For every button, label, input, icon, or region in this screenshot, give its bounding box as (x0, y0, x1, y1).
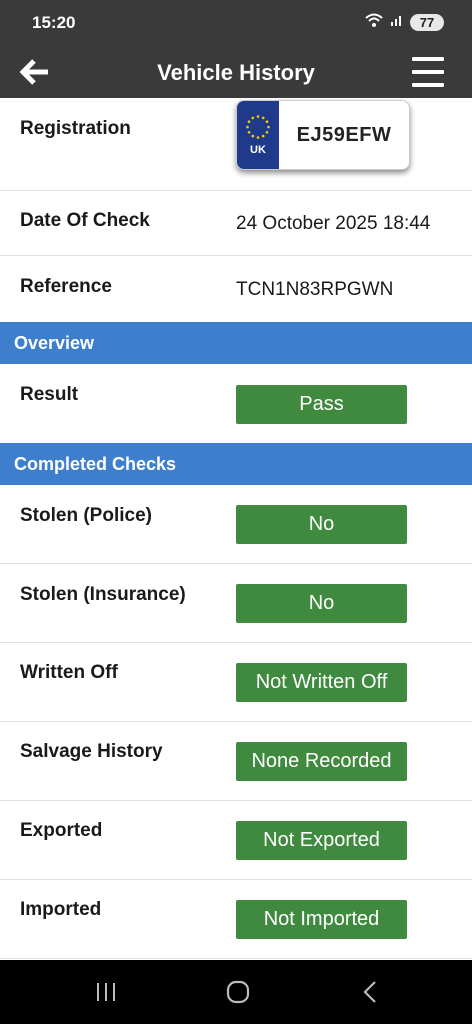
status-bar: 15:20 77 (0, 0, 472, 46)
app-header: Vehicle History (0, 46, 472, 98)
page-title: Vehicle History (157, 60, 315, 85)
home-button[interactable] (224, 978, 252, 1006)
reference-label: Reference (20, 276, 112, 297)
menu-button[interactable] (412, 57, 444, 87)
plate-eu-band: UK (237, 101, 279, 169)
result-row: Result Pass (0, 364, 472, 443)
system-nav-bar (0, 960, 472, 1024)
plate-registration: EJ59EFW (296, 123, 392, 146)
signal-icon (390, 13, 404, 32)
check-row: Stolen (Insurance) No (0, 564, 472, 643)
nav-back-icon (363, 981, 376, 1003)
recent-apps-icon (97, 983, 115, 1001)
check-label: Stolen (Insurance) (20, 584, 186, 605)
check-label: Exported (20, 820, 103, 841)
check-label: Stolen (Police) (20, 505, 152, 526)
check-value-badge: Not Imported (236, 900, 407, 939)
plate-country: UK (250, 144, 266, 156)
registration-row: Registration UK EJ59EFW (0, 98, 472, 191)
check-value-badge: Not Written Off (236, 663, 407, 702)
check-row: Imported Not Imported (0, 880, 472, 959)
check-value-badge: Not Exported (236, 821, 407, 860)
home-icon (226, 980, 250, 1004)
check-row: Written Off Not Written Off (0, 643, 472, 722)
main-content[interactable]: Registration UK EJ59EFW Date Of Check 24… (0, 98, 472, 960)
status-time: 15:20 (32, 13, 76, 32)
status-icons: 77 (364, 12, 444, 33)
check-row: Salvage History None Recorded (0, 722, 472, 801)
completed-checks-section-header: Completed Checks (0, 443, 472, 485)
check-value-badge: No (236, 584, 407, 623)
number-plate: UK EJ59EFW (236, 100, 410, 170)
check-value-badge: No (236, 505, 407, 544)
date-label: Date Of Check (20, 210, 150, 231)
reference-value: TCN1N83RPGWN (236, 279, 394, 300)
check-label: Salvage History (20, 741, 163, 762)
eu-stars-icon (246, 115, 270, 139)
wifi-icon (364, 12, 384, 33)
date-row: Date Of Check 24 October 2025 18:44 (0, 191, 472, 256)
check-label: Imported (20, 899, 102, 920)
overview-section-header: Overview (0, 322, 472, 364)
registration-label: Registration (20, 118, 131, 139)
result-badge: Pass (236, 385, 407, 424)
result-label: Result (20, 384, 79, 405)
check-row: Stolen (Police) No (0, 485, 472, 564)
check-value-badge: None Recorded (236, 742, 407, 781)
hamburger-menu-icon (412, 57, 444, 61)
reference-row: Reference TCN1N83RPGWN (0, 256, 472, 322)
battery-indicator: 77 (410, 14, 444, 31)
check-row: Exported Not Exported (0, 801, 472, 880)
nav-back-button[interactable] (358, 978, 382, 1006)
recent-apps-button[interactable] (94, 978, 118, 1006)
date-value: 24 October 2025 18:44 (236, 213, 431, 234)
check-label: Written Off (20, 662, 118, 683)
